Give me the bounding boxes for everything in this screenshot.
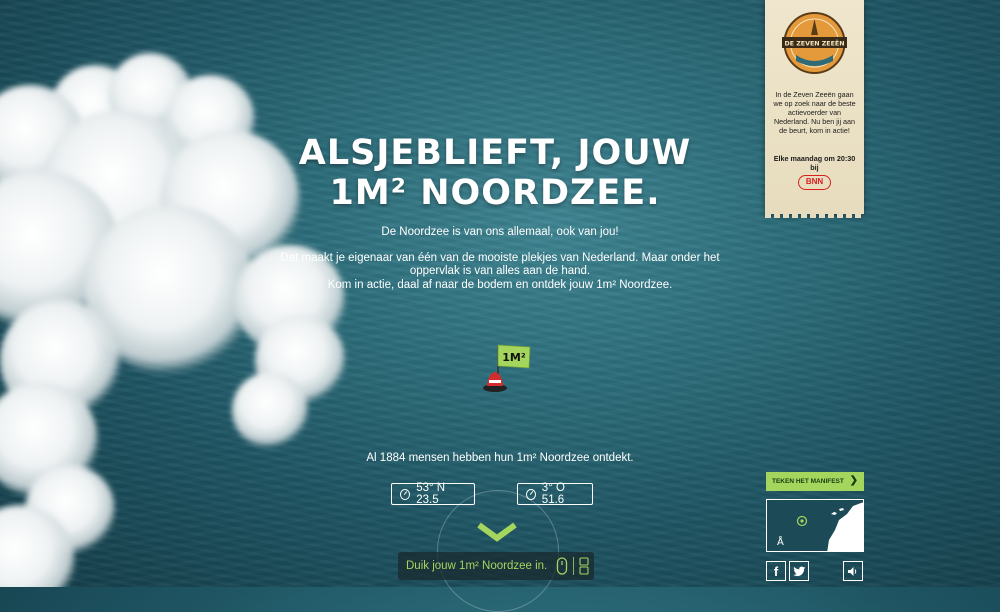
manifest-label: TEKEN HET MANIFEST [772, 478, 844, 485]
facebook-button[interactable]: f [766, 561, 786, 581]
divider [573, 557, 574, 575]
banner-description: In de Zeven Zeeën gaan we op zoek naar d… [773, 90, 856, 135]
banner-schedule: Elke maandag om 20:30 bij [773, 154, 856, 172]
keyboard-arrows-icon [579, 557, 589, 575]
twitter-icon [792, 566, 805, 576]
intro-text: De Noordzee is van ons allemaal, ook van… [280, 226, 720, 304]
bnn-logo: BNN [798, 175, 831, 190]
twitter-button[interactable] [789, 561, 809, 581]
buoy-icon: 1M² [483, 344, 531, 392]
page-title: ALSJEBLIEFT, JOUW 1M² NOORDZEE. [250, 133, 740, 213]
netherlands-map: Å [777, 502, 863, 551]
title-line-2: 1M² NOORDZEE. [329, 173, 661, 213]
title-line-1: ALSJEBLIEFT, JOUW [298, 133, 692, 173]
latitude-value: 53° N 23.5 [416, 482, 446, 506]
north-arrow-icon: Å [777, 535, 784, 548]
participant-counter: Al 1884 mensen hebben hun 1m² Noordzee o… [366, 452, 634, 464]
chevron-down-icon[interactable] [476, 521, 518, 543]
facebook-icon: f [773, 563, 779, 579]
svg-text:DE ZEVEN ZEEËN: DE ZEVEN ZEEËN [785, 39, 845, 48]
location-minimap[interactable]: Å [766, 499, 864, 552]
dive-button[interactable]: Duik jouw 1m² Noordzee in. [398, 552, 594, 580]
longitude-value: 3° O 51.6 [541, 482, 565, 506]
dive-ring [437, 490, 559, 612]
intro-paragraph-3: Kom in actie, daal af naar de bodem en o… [327, 278, 673, 291]
de-zeven-zeeen-logo: DE ZEVEN ZEEËN [782, 12, 847, 74]
de-zeven-zeeen-banner[interactable]: DE ZEVEN ZEEËN In de Zeven Zeeën gaan we… [765, 0, 864, 218]
intro-paragraph-1: De Noordzee is van ons allemaal, ook van… [381, 226, 619, 238]
sound-toggle-button[interactable] [843, 561, 863, 581]
chevron-right-icon: ❯ [849, 475, 858, 486]
banner-torn-edge [765, 212, 864, 218]
intro-paragraph-2: Dat maakt je eigenaar van één van de moo… [280, 251, 720, 278]
sound-icon [848, 566, 857, 576]
buoy-marker[interactable]: 1M² [478, 342, 538, 398]
dive-label: Duik jouw 1m² Noordzee in. [406, 560, 548, 572]
flag-label: 1M² [502, 351, 526, 364]
mouse-icon [556, 557, 568, 575]
compass-icon [400, 488, 411, 500]
sign-manifest-button[interactable]: TEKEN HET MANIFEST ❯ [766, 472, 864, 491]
